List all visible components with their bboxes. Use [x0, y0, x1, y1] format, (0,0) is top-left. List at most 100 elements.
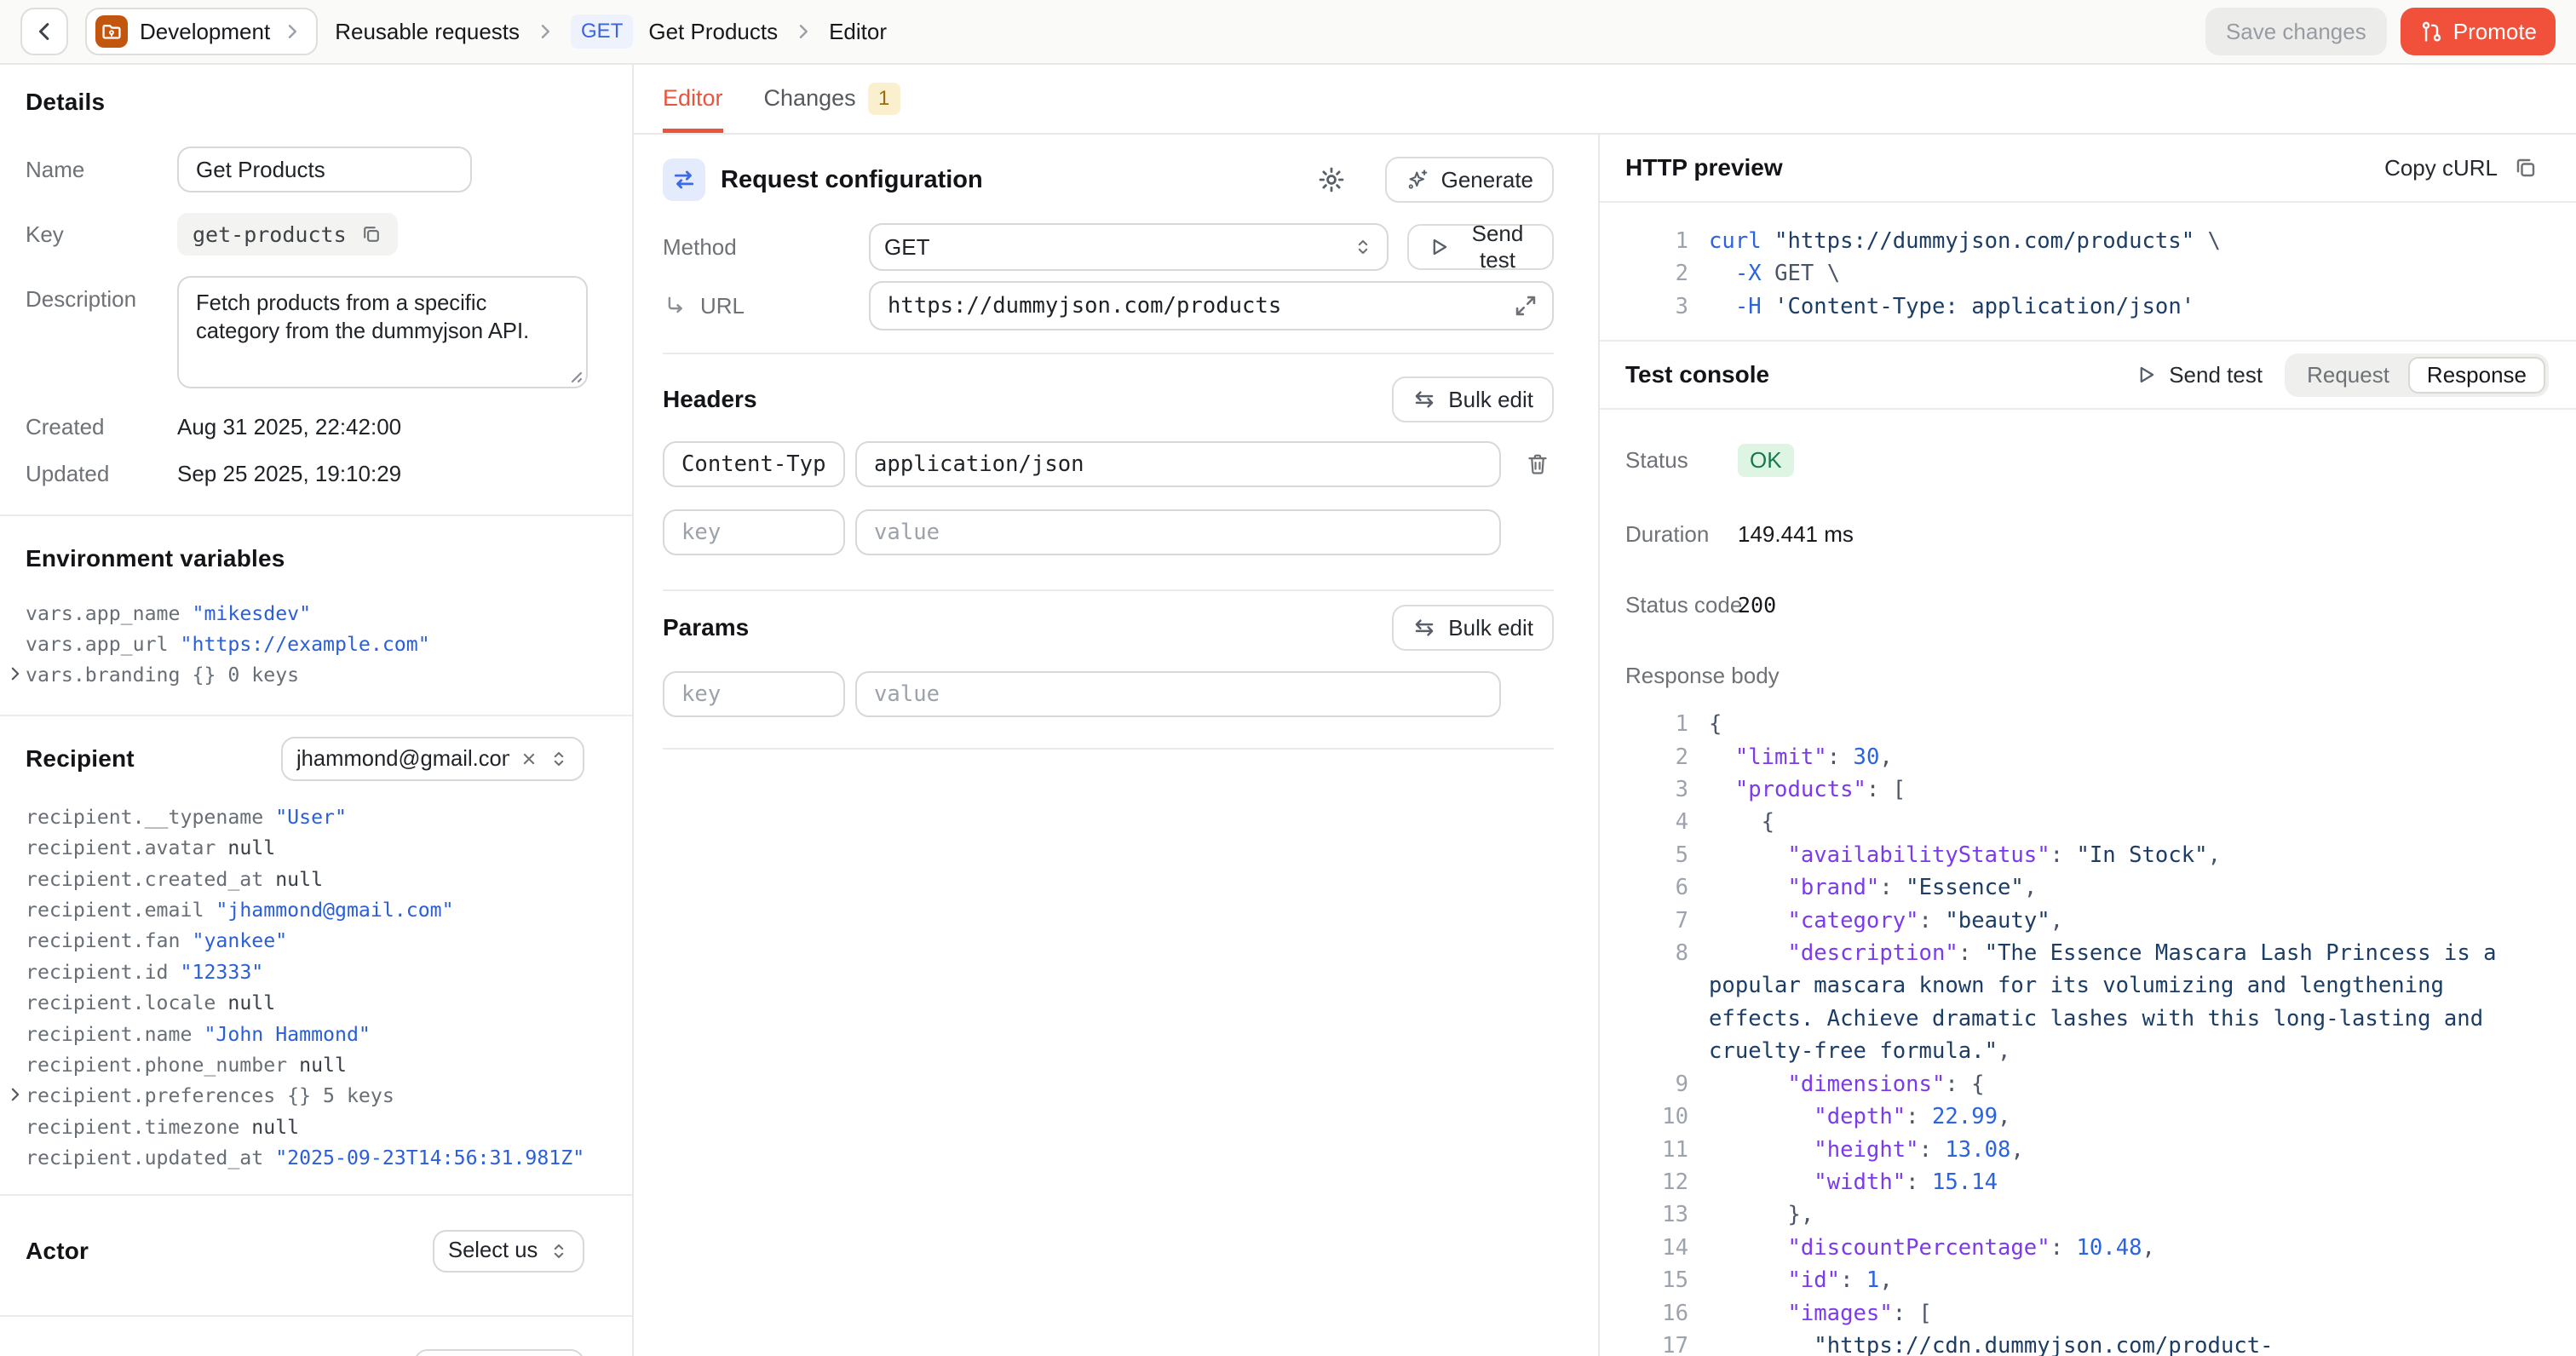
property-value: "mikesdev" — [192, 602, 311, 625]
app-window: Development Reusable requests GET Get Pr… — [0, 0, 2576, 1356]
toggle-request[interactable]: Request — [2288, 357, 2408, 394]
recipient-property-row: recipient.email"jhammond@gmail.com" — [26, 894, 584, 925]
generate-button[interactable]: Generate — [1385, 157, 1554, 203]
console-send-test-button[interactable]: Send test — [2135, 362, 2263, 388]
environment-switcher[interactable]: Development — [85, 8, 318, 55]
code-line: 3 -H 'Content-Type: application/json' — [1625, 290, 2539, 323]
code-line: 2 -X GET \ — [1625, 257, 2539, 290]
send-test-button[interactable]: Send test — [1407, 224, 1554, 270]
header-row — [663, 441, 1554, 487]
headers-bulk-edit-button[interactable]: Bulk edit — [1392, 376, 1554, 422]
toggle-response[interactable]: Response — [2408, 357, 2545, 394]
recipient-property-row: recipient.preferences{} 5 keys — [26, 1081, 584, 1112]
resize-handle-icon[interactable] — [566, 366, 583, 383]
expand-chevron-icon[interactable] — [7, 665, 24, 682]
property-value: null — [275, 868, 323, 891]
code-line: 5 "availabilityStatus": "In Stock", — [1625, 839, 2539, 871]
code-text: "https://cdn.dummyjson.com/product-image… — [1709, 1330, 2539, 1356]
code-text: "width": 15.14 — [1709, 1166, 2539, 1198]
property-value: null — [251, 1116, 299, 1139]
code-text: "id": 1, — [1709, 1264, 2539, 1296]
params-bulk-edit-button[interactable]: Bulk edit — [1392, 605, 1554, 651]
chevron-right-icon — [793, 21, 814, 42]
property-key: recipient.preferences — [26, 1084, 275, 1107]
param-row-empty — [663, 671, 1554, 717]
test-console-header: Test console Send test Request Response — [1600, 342, 2576, 410]
line-number: 17 — [1625, 1330, 1688, 1356]
code-text: "discountPercentage": 10.48, — [1709, 1232, 2539, 1264]
code-text: "depth": 22.99, — [1709, 1100, 2539, 1133]
breadcrumb-request-name[interactable]: Get Products — [648, 19, 778, 45]
line-number: 10 — [1625, 1100, 1688, 1133]
copy-curl-label: Copy cURL — [2384, 155, 2498, 181]
changes-count-badge: 1 — [868, 83, 900, 115]
copy-icon[interactable] — [360, 223, 382, 245]
code-text: "images": [ — [1709, 1297, 2539, 1330]
name-label: Name — [26, 157, 177, 183]
clear-icon[interactable] — [520, 750, 538, 768]
recipient-properties-list: recipient.__typename"User"recipient.avat… — [26, 802, 584, 1174]
recipient-property-row: recipient.updated_at"2025-09-23T14:56:31… — [26, 1142, 584, 1173]
param-key-input[interactable] — [663, 671, 845, 717]
actor-select[interactable]: Select user — [433, 1230, 584, 1273]
tab-editor-label: Editor — [663, 85, 723, 112]
property-key: vars.branding — [26, 664, 180, 687]
request-editor-column: Request configuration Generate Method — [634, 135, 1600, 1356]
trash-icon[interactable] — [1525, 451, 1550, 477]
breadcrumb-reusable-requests[interactable]: Reusable requests — [335, 19, 520, 45]
save-changes-button[interactable]: Save changes — [2205, 8, 2387, 55]
method-badge: GET — [571, 14, 633, 49]
expand-icon[interactable] — [1513, 293, 1538, 319]
line-number: 2 — [1625, 257, 1688, 290]
copy-curl-button[interactable]: Copy cURL — [2384, 155, 2539, 181]
code-line: 6 "brand": "Essence", — [1625, 871, 2539, 904]
expand-chevron-icon[interactable] — [7, 1086, 24, 1103]
line-number: 6 — [1625, 871, 1688, 904]
recipient-property-row: recipient.localenull — [26, 988, 584, 1019]
recipient-select[interactable]: jhammond@gmail.com — [281, 737, 584, 781]
description-textarea[interactable]: Fetch products from a specific category … — [177, 276, 588, 388]
line-number: 15 — [1625, 1264, 1688, 1296]
recipient-property-row: recipient.id"12333" — [26, 957, 584, 987]
settings-gear-icon[interactable] — [1317, 165, 1346, 194]
property-key: recipient.id — [26, 961, 169, 984]
chevron-up-down-icon — [1353, 237, 1373, 257]
param-value-input[interactable] — [855, 671, 1501, 717]
method-select[interactable]: GET — [869, 223, 1389, 271]
property-key: recipient.phone_number — [26, 1054, 287, 1077]
actor-title: Actor — [26, 1238, 89, 1265]
topbar-actions: Save changes Promote — [2205, 8, 2556, 55]
method-value: GET — [884, 234, 1343, 261]
copy-icon — [2513, 155, 2539, 181]
header-key-input[interactable] — [663, 509, 845, 555]
url-input[interactable] — [869, 281, 1554, 330]
recipient-section: Recipient jhammond@gmail.com recipient._… — [0, 716, 632, 1196]
header-value-input[interactable] — [855, 441, 1501, 487]
preview-column: HTTP preview Copy cURL 1curl "https://du… — [1600, 135, 2576, 1356]
corner-arrow-icon — [663, 294, 687, 318]
environment-variables-list: vars.app_name"mikesdev"vars.app_url"http… — [26, 598, 584, 691]
chevron-right-icon — [535, 21, 555, 42]
main-area: Editor Changes 1 Request configuration — [634, 65, 2576, 1356]
header-value-input[interactable] — [855, 509, 1501, 555]
created-value: Aug 31 2025, 22:42:00 — [177, 414, 401, 440]
code-line: 15 "id": 1, — [1625, 1264, 2539, 1296]
promote-button[interactable]: Promote — [2401, 8, 2556, 55]
property-value: "jhammond@gmail.com" — [216, 899, 453, 922]
recipient-property-row: recipient.fan"yankee" — [26, 926, 584, 957]
header-key-input[interactable] — [663, 441, 845, 487]
description-label: Description — [26, 276, 177, 313]
duration-value: 149.441 ms — [1738, 521, 1854, 548]
status-badge: OK — [1738, 444, 1794, 477]
back-button[interactable] — [20, 8, 68, 55]
bulk-edit-icon — [1412, 616, 1436, 640]
property-key: recipient.timezone — [26, 1116, 239, 1139]
property-value: null — [299, 1054, 347, 1077]
request-configuration-section: Request configuration Generate Method — [663, 135, 1554, 354]
recipient-property-row: recipient.phone_number null — [26, 1049, 584, 1080]
tab-changes[interactable]: Changes 1 — [764, 65, 900, 133]
tab-editor[interactable]: Editor — [663, 65, 723, 133]
name-input[interactable] — [177, 147, 472, 192]
tenant-select[interactable]: Select tenant — [414, 1349, 584, 1356]
code-line: 14 "discountPercentage": 10.48, — [1625, 1232, 2539, 1264]
